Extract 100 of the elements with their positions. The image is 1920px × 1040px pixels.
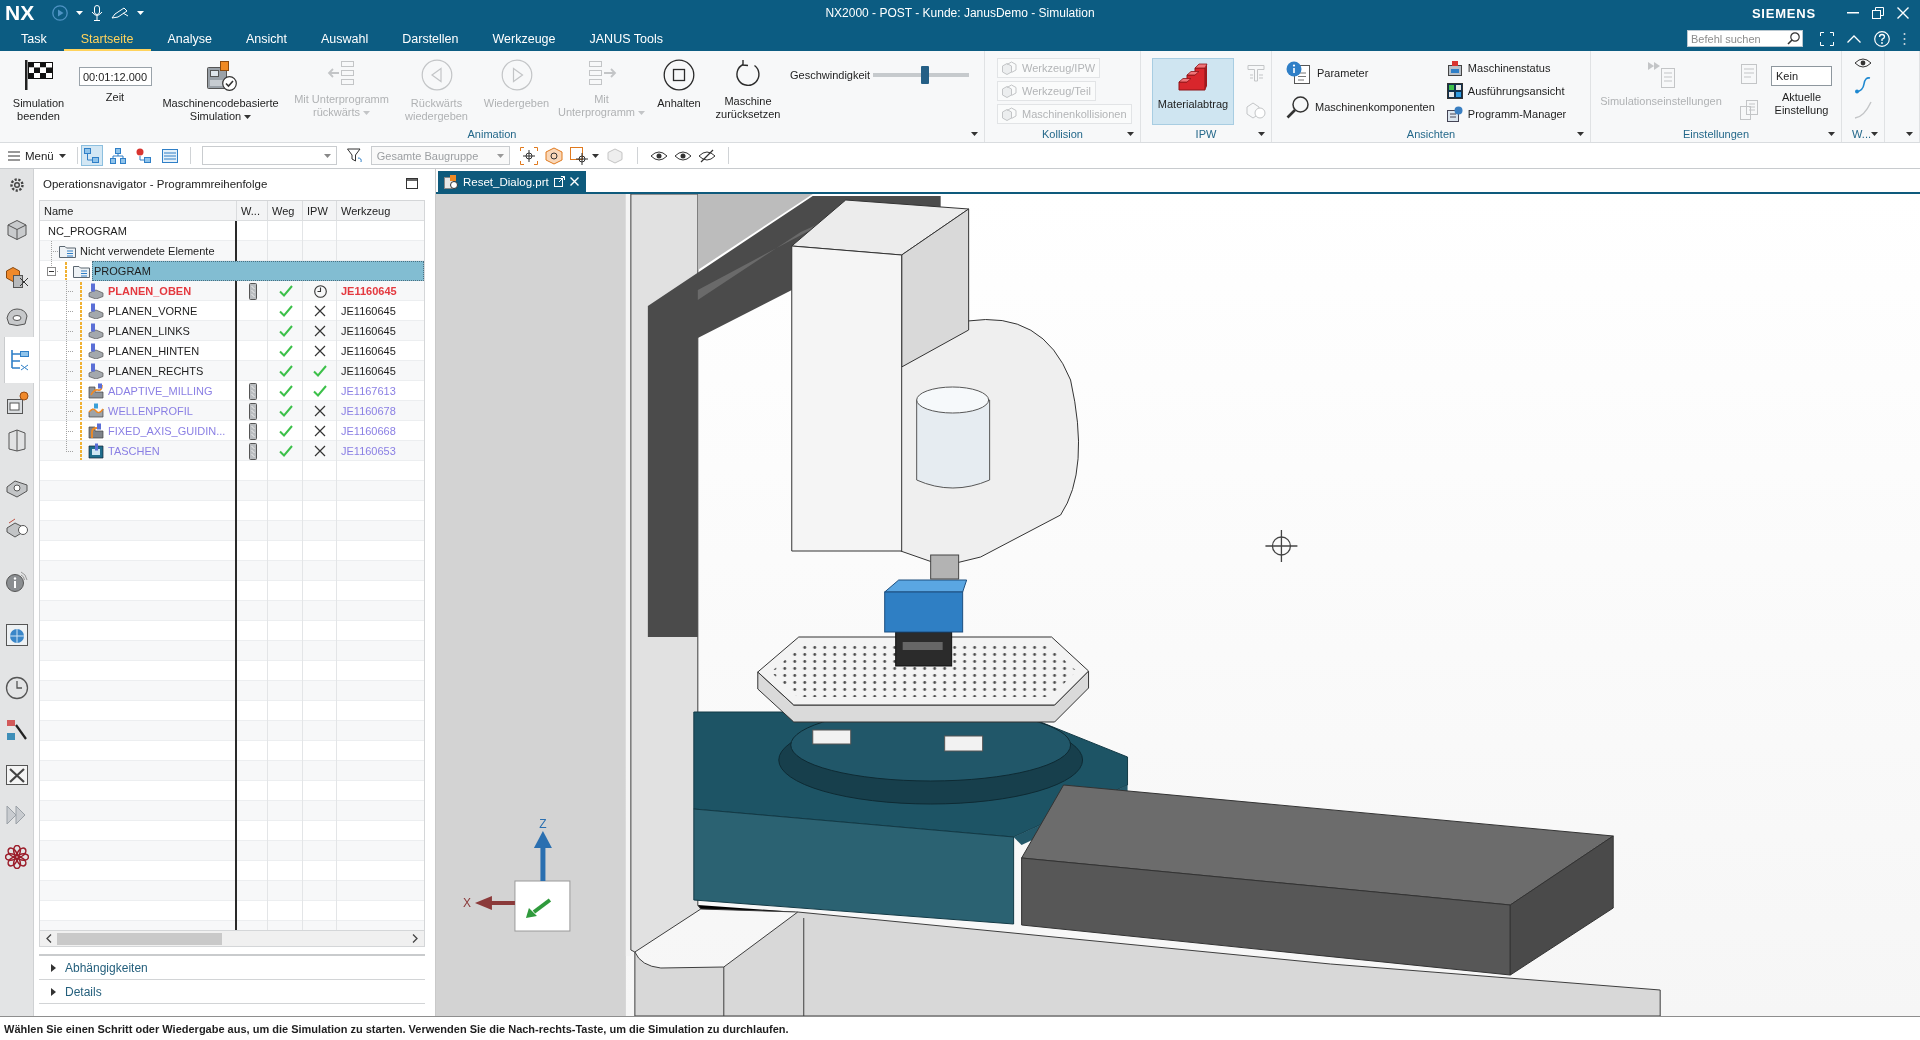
horizontal-scrollbar[interactable] bbox=[39, 930, 425, 947]
setting-field[interactable]: Kein bbox=[1771, 66, 1832, 86]
ribbon-tab[interactable]: Task bbox=[4, 26, 64, 51]
tree-item[interactable]: PLANEN_OBEN bbox=[108, 285, 192, 297]
close-icon[interactable] bbox=[569, 177, 579, 186]
folder-icon bbox=[73, 264, 90, 278]
circular-arrow-icon bbox=[734, 59, 762, 89]
close-icon[interactable] bbox=[1897, 7, 1909, 19]
slider-thumb[interactable] bbox=[920, 66, 929, 84]
resource-bar-tab[interactable] bbox=[4, 265, 29, 289]
resource-bar-tab[interactable] bbox=[4, 623, 29, 647]
caret-icon[interactable] bbox=[971, 132, 978, 136]
command-search-field[interactable]: Befehl suchen bbox=[1687, 30, 1803, 47]
caret-icon[interactable] bbox=[76, 11, 84, 15]
resource-bar-tab[interactable] bbox=[4, 762, 29, 786]
popout-icon[interactable] bbox=[553, 176, 565, 187]
wand-icon bbox=[4, 718, 29, 742]
resource-bar-tab[interactable] bbox=[4, 306, 29, 328]
microphone-icon[interactable] bbox=[91, 5, 104, 21]
column-header[interactable]: IPW bbox=[303, 201, 337, 220]
flower-icon bbox=[4, 845, 29, 869]
resource-bar-tab[interactable] bbox=[4, 569, 29, 593]
resource-bar-tab[interactable] bbox=[4, 391, 29, 415]
ribbon-button[interactable]: Maschine zurücksetzen bbox=[710, 55, 786, 125]
machine-icon bbox=[1446, 59, 1463, 76]
ribbon-tab[interactable]: Auswahl bbox=[304, 26, 386, 51]
tree-item[interactable]: PLANEN_VORNE bbox=[108, 305, 198, 317]
caret-icon[interactable] bbox=[1906, 132, 1913, 136]
tree-item[interactable]: PLANEN_RECHTS bbox=[108, 365, 204, 377]
ribbon-tab[interactable]: Darstellen bbox=[385, 26, 476, 51]
ribbon-small-button[interactable]: Ausführungsansicht bbox=[1442, 80, 1570, 101]
resource-bar-tab[interactable] bbox=[4, 477, 29, 499]
document-tab[interactable]: Reset_Dialog.prt bbox=[438, 171, 586, 192]
caret-icon[interactable] bbox=[1127, 132, 1134, 136]
square-crosshair-icon[interactable] bbox=[569, 146, 588, 165]
scroll-left-icon[interactable] bbox=[46, 934, 52, 943]
caret-icon[interactable] bbox=[1577, 132, 1584, 136]
scrollbar-thumb[interactable] bbox=[57, 932, 222, 945]
ribbon-tab[interactable]: Ansicht bbox=[229, 26, 304, 51]
ribbon-tab[interactable]: Werkzeuge bbox=[475, 26, 573, 51]
column-header[interactable]: W... bbox=[237, 201, 268, 220]
tree-item[interactable]: ADAPTIVE_MILLING bbox=[108, 385, 213, 397]
caret-icon[interactable] bbox=[1828, 132, 1835, 136]
ribbon-small-button[interactable]: Parameter bbox=[1282, 58, 1374, 88]
tree-item[interactable]: NC_PROGRAM bbox=[48, 225, 127, 237]
tree-item[interactable]: Nicht verwendete Elemente bbox=[80, 245, 215, 257]
time-field[interactable]: 00:01:12.000 bbox=[78, 67, 152, 86]
triad-cube bbox=[514, 880, 571, 932]
collapse-box-icon[interactable] bbox=[47, 266, 56, 276]
caret-icon[interactable] bbox=[137, 11, 145, 15]
eye-icon[interactable] bbox=[1854, 57, 1872, 69]
stop-circle-icon bbox=[663, 59, 695, 91]
crossed-eye-icon[interactable] bbox=[697, 148, 716, 163]
resource-bar-tab[interactable] bbox=[4, 845, 29, 869]
more-icon[interactable] bbox=[1903, 31, 1906, 46]
ribbon-small-button[interactable]: Maschinenstatus bbox=[1442, 57, 1556, 78]
tree-item[interactable]: PLANEN_HINTEN bbox=[108, 345, 200, 357]
column-header[interactable]: Name bbox=[40, 201, 237, 220]
maximize-icon[interactable] bbox=[406, 178, 418, 189]
chevron-up-icon[interactable] bbox=[1847, 34, 1861, 43]
resource-bar-tab[interactable] bbox=[4, 676, 29, 700]
column-header[interactable]: Weg bbox=[268, 201, 303, 220]
ribbon-tab[interactable]: JANUS Tools bbox=[572, 26, 680, 51]
menu-button[interactable]: Menü bbox=[5, 147, 69, 164]
ribbon-button[interactable]: Maschinencodebasierte Simulation bbox=[153, 55, 288, 125]
caret-icon[interactable] bbox=[1258, 132, 1265, 136]
ribbon-tab[interactable]: Analyse bbox=[150, 26, 229, 51]
section-header[interactable]: Details bbox=[39, 980, 425, 1004]
crosshair-frame-icon[interactable] bbox=[519, 146, 538, 165]
fullscreen-icon[interactable] bbox=[1820, 31, 1834, 46]
scroll-right-icon[interactable] bbox=[412, 934, 418, 943]
tree-item[interactable]: PROGRAM bbox=[94, 265, 151, 277]
cube-valve-icon bbox=[4, 265, 29, 289]
curve-point-icon[interactable] bbox=[1854, 76, 1872, 94]
help-icon[interactable] bbox=[1874, 30, 1890, 47]
group-label: Animation bbox=[467, 128, 517, 140]
eye-icon[interactable] bbox=[649, 148, 668, 163]
caret-icon[interactable] bbox=[1871, 132, 1878, 136]
section-header[interactable]: Abhängigkeiten bbox=[39, 956, 425, 980]
selected-row[interactable]: PROGRAM bbox=[92, 261, 424, 281]
ribbon-button[interactable]: Materialabtrag bbox=[1152, 58, 1234, 125]
filter-icon[interactable] bbox=[346, 147, 363, 164]
cutter-curve-icon bbox=[88, 423, 104, 439]
tree-item[interactable]: FIXED_AXIS_GUIDIN... bbox=[108, 425, 226, 437]
resource-bar-tab[interactable] bbox=[8, 177, 25, 193]
resource-bar-tab[interactable] bbox=[4, 718, 29, 742]
checkered-flag-icon bbox=[23, 59, 54, 91]
search-icon[interactable] bbox=[1787, 32, 1800, 45]
ribbon-small-button[interactable]: Maschinenkomponenten bbox=[1282, 92, 1440, 122]
ribbon-small-button[interactable]: Programm-Manager bbox=[1442, 103, 1572, 124]
pen-icon[interactable] bbox=[111, 7, 130, 19]
ribbon-button[interactable]: Anhalten bbox=[648, 55, 710, 125]
eye-icon[interactable] bbox=[673, 148, 692, 163]
view-toggle-button[interactable] bbox=[80, 145, 103, 166]
tree-item[interactable]: PLANEN_LINKS bbox=[108, 325, 190, 337]
caret-icon[interactable] bbox=[591, 153, 599, 158]
ribbon-button[interactable]: Simulation beenden bbox=[0, 55, 77, 125]
restore-icon[interactable] bbox=[1872, 7, 1884, 19]
resource-bar-tab[interactable] bbox=[4, 517, 29, 539]
column-header[interactable]: Werkzeug bbox=[337, 201, 424, 220]
